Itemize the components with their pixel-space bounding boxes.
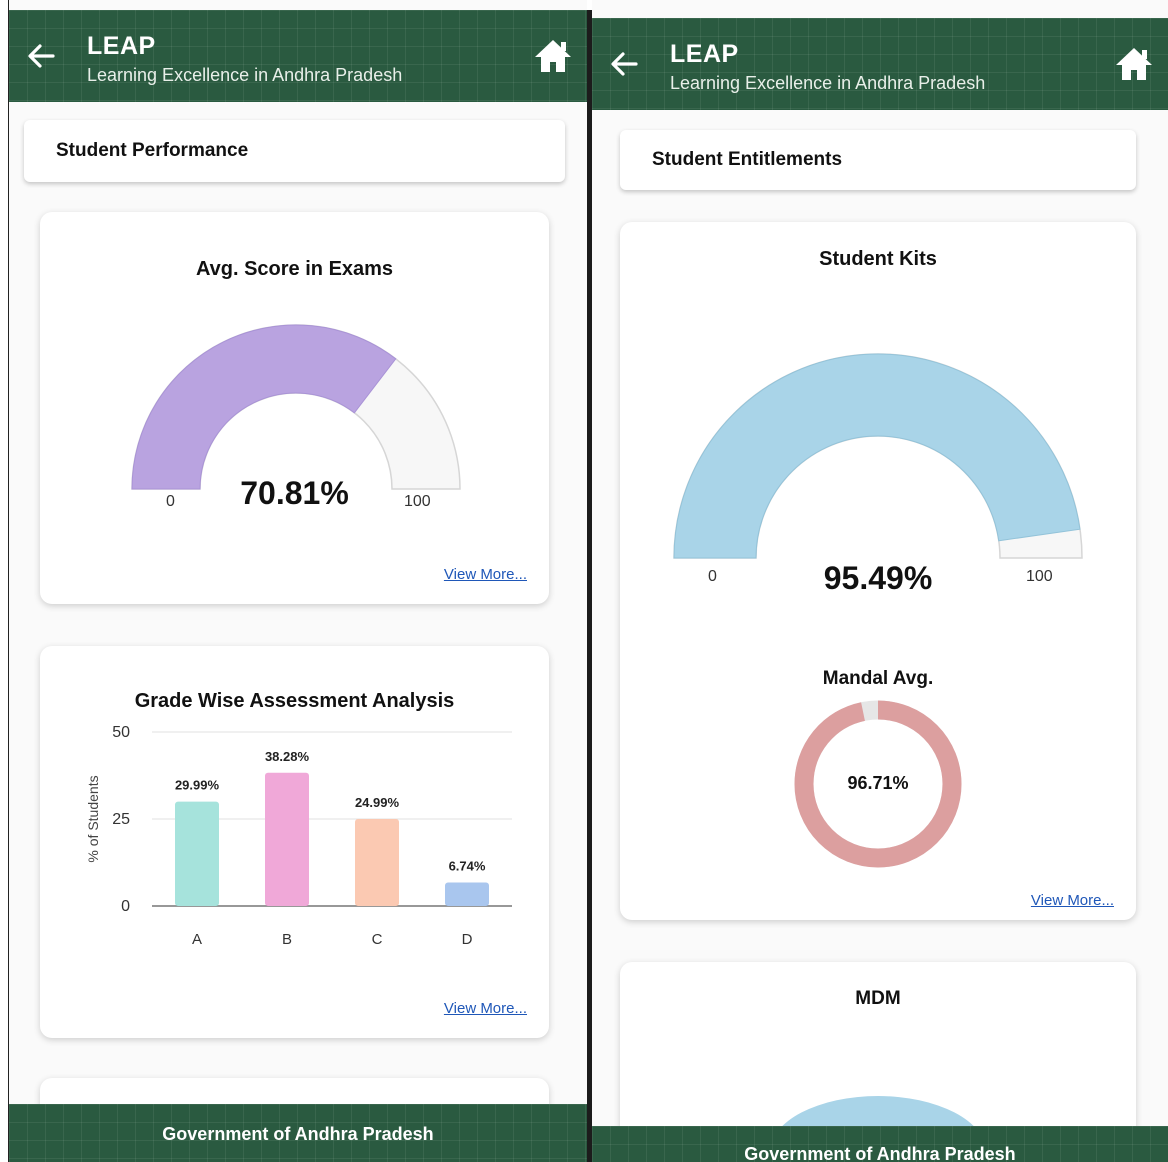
gauge-fill — [673, 353, 1081, 559]
mandal-avg-value: 96.71% — [847, 773, 909, 793]
bar-b — [265, 772, 309, 906]
footer-text: Government of Andhra Pradesh — [744, 1144, 1016, 1162]
y-tick-label: 50 — [112, 724, 130, 741]
app-subtitle: Learning Excellence in Andhra Pradesh — [87, 65, 403, 85]
section-title: Student Performance — [56, 140, 249, 161]
x-tick-label: D — [462, 931, 473, 948]
footer-bar: Government of Andhra Pradesh — [9, 1104, 587, 1162]
app-title: LEAP — [87, 32, 156, 60]
x-tick-label: A — [192, 931, 202, 948]
x-tick-label: B — [282, 931, 292, 948]
bar-c — [355, 819, 399, 906]
student-performance-screen: LEAP Learning Excellence in Andhra Prade… — [8, 0, 587, 1162]
mdm-title: MDM — [855, 988, 901, 1009]
avg-score-title: Avg. Score in Exams — [195, 258, 394, 280]
section-header-student-performance: Student Performance — [24, 120, 565, 182]
gauge-min-label: 0 — [708, 568, 717, 585]
app-subtitle: Learning Excellence in Andhra Pradesh — [670, 73, 986, 93]
student-kits-value: 95.49% — [823, 560, 933, 596]
bar-a — [175, 801, 219, 906]
home-icon[interactable] — [1114, 46, 1154, 82]
data-label: 24.99% — [355, 795, 400, 810]
gauge-fill — [131, 324, 397, 490]
home-icon[interactable] — [533, 38, 573, 74]
student-kits-card: Student Kits 95.49% 0 100 Mandal Avg. 96… — [620, 222, 1136, 920]
app-bar: LEAP Learning Excellence in Andhra Prade… — [592, 18, 1168, 110]
footer-bar: Government of Andhra Pradesh — [592, 1126, 1168, 1162]
x-tick-label: C — [372, 931, 383, 948]
gauge-min-label: 0 — [166, 493, 175, 510]
data-label: 6.74% — [449, 859, 486, 874]
student-entitlements-screen: LEAP Learning Excellence in Andhra Prade… — [592, 0, 1168, 1162]
app-bar: LEAP Learning Excellence in Andhra Prade… — [9, 10, 587, 102]
student-kits-title: Student Kits — [819, 248, 937, 270]
view-more-link[interactable]: View More... — [444, 1000, 527, 1017]
section-header-student-entitlements: Student Entitlements — [620, 130, 1136, 190]
view-more-link[interactable]: View More... — [444, 566, 527, 583]
footer-text: Government of Andhra Pradesh — [162, 1124, 434, 1144]
bar-d — [445, 882, 489, 906]
back-arrow-icon[interactable] — [608, 48, 640, 80]
y-axis-label: % of Students — [85, 775, 101, 862]
avg-score-value: 70.81% — [240, 475, 349, 511]
back-arrow-icon[interactable] — [25, 40, 57, 72]
y-tick-label: 25 — [112, 811, 130, 828]
gauge-max-label: 100 — [404, 493, 431, 510]
gauge-max-label: 100 — [1026, 568, 1053, 585]
grade-analysis-card: Grade Wise Assessment Analysis 0 25 50 % of… — [40, 646, 549, 1038]
section-title: Student Entitlements — [652, 149, 843, 170]
view-more-link[interactable]: View More... — [1031, 892, 1114, 909]
y-tick-label: 0 — [121, 898, 130, 915]
app-title: LEAP — [670, 40, 739, 68]
grade-chart-title: Grade Wise Assessment Analysis — [134, 690, 455, 712]
student-kits-gauge — [673, 353, 1083, 559]
avg-score-gauge — [131, 324, 461, 490]
data-label: 29.99% — [175, 778, 220, 793]
mandal-avg-label: Mandal Avg. — [822, 668, 934, 689]
data-label: 38.28% — [265, 749, 310, 764]
avg-score-card: Avg. Score in Exams 70.81% 0 100 View Mo… — [40, 212, 549, 604]
grade-bar-chart: 0 25 50 % of Students 29.99% A 38.28% B 24.99% C 6… — [85, 724, 512, 948]
